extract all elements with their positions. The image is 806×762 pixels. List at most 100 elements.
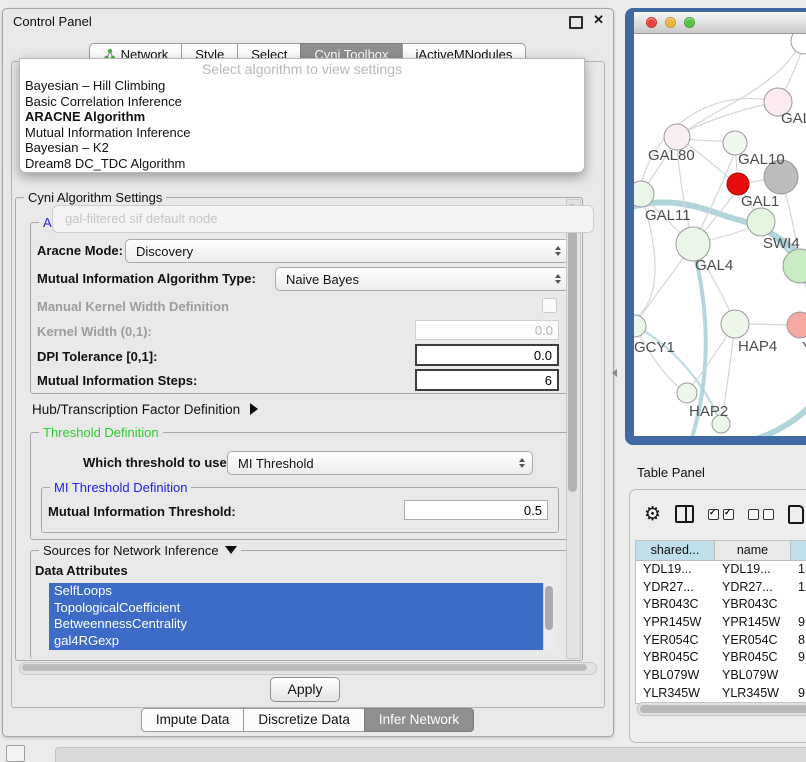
tab-impute-data[interactable]: Impute Data [141,708,245,732]
node-unlabeled[interactable] [791,34,806,54]
network-view-titlebar[interactable] [634,12,806,34]
table-row[interactable]: YBL079WYBL079W [636,667,806,685]
algorithm-option[interactable]: Bayesian – K2 [20,140,584,156]
zoom-traffic-light-icon[interactable] [684,17,695,28]
kernel-width-label: Kernel Width (0,1): [37,324,152,339]
aracne-mode-combo[interactable]: Discovery [125,239,569,263]
attribute-item-selected[interactable]: BetweennessCentrality [49,616,543,633]
data-attributes-list[interactable]: SelfLoops TopologicalCoefficient Between… [49,583,543,650]
table-horizontal-scrollbar[interactable] [637,702,806,716]
table-row[interactable]: YDL19...YDL19...13 [636,561,806,579]
panel-divider-collapse-icon[interactable] [612,369,617,377]
mi-type-combo[interactable]: Naive Bayes [275,267,569,291]
attribute-item-selected[interactable]: TopologicalCoefficient [49,600,543,617]
column-header-clipped[interactable] [791,541,806,560]
node-swi4[interactable] [783,249,806,283]
aracne-mode-value: Discovery [136,244,193,259]
node-label: GCY1 [634,339,675,356]
network-canvas[interactable]: GAL GAL80 GAL10 GAL1 GAL11 SWI4 GAL4 GCY… [634,34,806,436]
table-horizontal-scrollbar-thumb[interactable] [640,705,806,713]
close-icon[interactable]: ✕ [593,12,604,28]
attribute-item-selected[interactable]: gal4RGexp [49,633,543,650]
node-label: Y [802,339,806,356]
node-label: SWI4 [763,235,800,252]
which-threshold-combo[interactable]: MI Threshold [227,451,533,475]
expanded-arrow-icon [225,546,237,554]
algorithm-option[interactable]: Mutual Information Inference [20,125,584,141]
cell: 12 [791,579,806,597]
algorithm-option[interactable]: Dream8 DC_TDC Algorithm [20,156,584,172]
network-view-window: GAL GAL80 GAL10 GAL1 GAL11 SWI4 GAL4 GCY… [625,8,806,445]
table-panel-window: ⚙ shared... name YDL19...YDL19...13 YDR2… [629,489,806,743]
node-red-selected[interactable] [727,173,749,195]
table-row[interactable]: YLR345WYLR345W9. [636,685,806,703]
new-table-icon[interactable] [788,505,804,524]
aracne-mode-label: Aracne Mode: [37,243,123,258]
table-row[interactable]: YER054CYER054C8. [636,632,806,650]
node-hap4[interactable] [721,310,749,338]
minimize-traffic-light-icon[interactable] [665,17,676,28]
sources-title[interactable]: Sources for Network Inference [39,543,241,558]
settings-horizontal-scrollbar[interactable] [19,662,597,675]
data-attributes-heading: Data Attributes [35,563,128,578]
network-selector-combo[interactable]: gal-filtered sif default node [52,205,594,233]
cell: YER054C [715,632,791,650]
hub-definition-expander[interactable]: Hub/Transcription Factor Definition [32,402,258,417]
tab-infer-network[interactable]: Infer Network [364,708,474,732]
node-gal4[interactable] [676,227,710,261]
mi-threshold-label: Mutual Information Threshold: [48,504,236,519]
screen: Control Panel ✕ Network Style Select Cyn… [0,0,806,762]
control-panel-title: Control Panel [13,14,92,29]
settings-horizontal-scrollbar-thumb[interactable] [22,664,587,671]
control-panel-titlebar[interactable]: Control Panel ✕ [3,9,613,33]
cell: YBR043C [636,596,715,614]
settings-vertical-scrollbar-thumb[interactable] [568,204,577,492]
column-header-shared-name[interactable]: shared... [636,541,715,560]
cell [791,667,806,685]
table-row[interactable]: YBR043CYBR043C [636,596,806,614]
node-salmon[interactable] [787,312,806,338]
node-hap2[interactable] [677,383,697,403]
cell: YBR043C [715,596,791,614]
attributes-list-scrollbar[interactable] [543,583,555,650]
combo-stepper-icon [519,458,525,468]
node-gcy1[interactable] [634,315,646,337]
manual-kernel-checkbox[interactable] [542,298,557,313]
node-label: GAL1 [741,193,779,210]
algorithm-definition-group: Algorithm Definition Aracne Mode: Discov… [30,222,570,394]
node-gal1[interactable] [747,208,775,236]
dpi-tolerance-field[interactable] [415,344,559,366]
algorithm-option[interactable]: Bayesian – Hill Climbing [20,78,584,94]
sources-group: Sources for Network Inference Data Attri… [30,550,570,659]
cell: YDL19... [636,561,715,579]
node-label: GAL80 [648,147,695,164]
select-all-columns-icon[interactable] [708,509,734,520]
float-window-icon[interactable] [569,16,583,29]
mi-steps-field[interactable] [415,369,559,391]
table-row[interactable]: YDR27...YDR27...12 [636,579,806,597]
algorithm-option[interactable]: Basic Correlation Inference [20,94,584,110]
cell: 13 [791,561,806,579]
close-traffic-light-icon[interactable] [646,17,657,28]
table-row[interactable]: YPR145WYPR145W9. [636,614,806,632]
deselect-all-columns-icon[interactable] [748,509,774,520]
cell: YLR345W [715,685,791,703]
gear-icon[interactable]: ⚙ [644,504,661,524]
cell [791,596,806,614]
settings-vertical-scrollbar[interactable] [566,199,581,659]
algorithm-option-selected[interactable]: ARACNE Algorithm [20,109,584,125]
columns-icon[interactable] [675,505,694,523]
manual-kernel-label: Manual Kernel Width Definition [37,299,229,314]
mi-steps-label: Mutual Information Steps: [37,373,197,388]
control-panel-window: Control Panel ✕ Network Style Select Cyn… [2,8,614,737]
column-header-name[interactable]: name [715,541,791,560]
table-row[interactable]: YBR045CYBR045C9. [636,649,806,667]
collapsed-panel-icon[interactable] [6,745,25,762]
mi-threshold-definition-group: MI Threshold Definition Mutual Informati… [41,487,559,533]
attribute-item-selected[interactable]: SelfLoops [49,583,543,600]
mi-threshold-field[interactable] [404,500,548,520]
apply-button[interactable]: Apply [270,677,340,702]
tab-discretize-data[interactable]: Discretize Data [243,708,365,732]
cell: YBL079W [715,667,791,685]
cell: YDL19... [715,561,791,579]
